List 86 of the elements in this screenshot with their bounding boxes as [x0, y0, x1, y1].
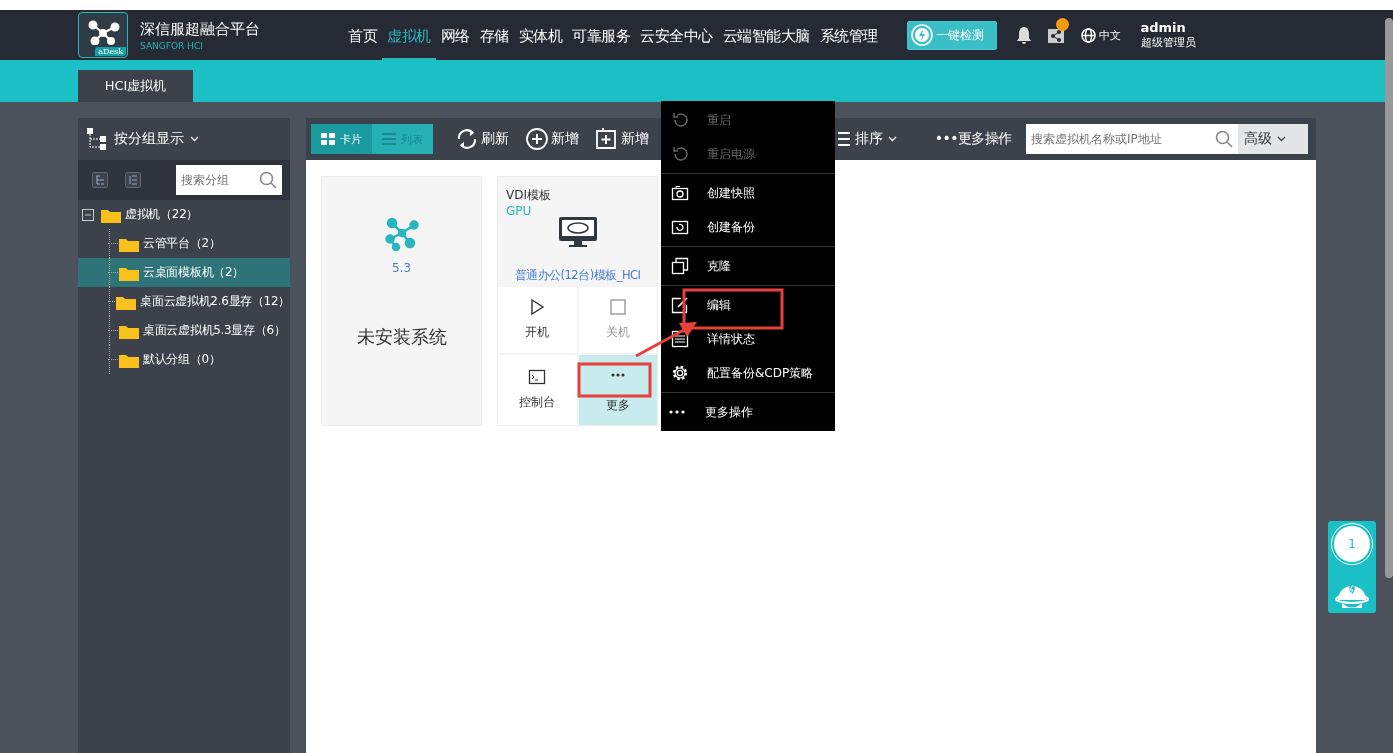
- user-role: 超级管理员: [1140, 35, 1196, 50]
- more-actions-button[interactable]: •••更多操作: [926, 130, 1020, 148]
- vm-type: VDI模板: [505, 187, 552, 204]
- pointer-arrow: [635, 322, 697, 358]
- scrollbar[interactable]: [1385, 18, 1393, 578]
- view-select[interactable]: 按分组显示: [114, 130, 184, 148]
- tree-item[interactable]: 云桌面模板机（2）: [78, 258, 290, 287]
- menu-item[interactable]: 更多操作: [661, 395, 835, 429]
- menu-item[interactable]: 创建快照: [661, 176, 835, 210]
- search-field[interactable]: 搜索分组: [176, 165, 282, 195]
- brand-subtitle: SANGFOR HCI: [140, 40, 204, 51]
- advanced-button[interactable]: 高级: [1238, 124, 1308, 154]
- plus-box-icon: [595, 127, 619, 151]
- vm-name-link[interactable]: 普通办公(12台)模板_HCI: [498, 268, 657, 283]
- share-icon: [1046, 26, 1065, 44]
- tree-item[interactable]: 虚拟机（22）: [78, 200, 290, 229]
- play-icon: [528, 298, 547, 317]
- bell-icon: [1014, 25, 1033, 45]
- nav-item[interactable]: 首页: [343, 10, 382, 60]
- user-name[interactable]: admin: [1140, 20, 1196, 35]
- notification-count: 1: [1334, 526, 1370, 562]
- nav-item[interactable]: 云端智能大脑: [717, 10, 815, 60]
- copy-icon: [671, 257, 689, 275]
- tree-label: 桌面云虚拟机2.6显存（12）: [140, 293, 290, 310]
- edit-icon: [671, 296, 689, 314]
- chevron-down-icon: [887, 136, 897, 142]
- list-icon: [837, 132, 850, 146]
- tree-item[interactable]: 默认分组（0）: [78, 345, 290, 374]
- brand-title: 深信服超融合平台: [140, 19, 261, 39]
- more-icon: [610, 372, 625, 377]
- search-icon: [259, 171, 277, 189]
- backup-icon: [671, 218, 689, 236]
- card-action[interactable]: 开机: [498, 287, 577, 353]
- refresh-icon: [455, 127, 479, 151]
- plus-circle-icon: [525, 127, 549, 151]
- tree-label: 云桌面模板机（2）: [143, 264, 244, 281]
- nav-item[interactable]: 实体机: [513, 10, 567, 60]
- expand-tree-icon: [92, 172, 108, 188]
- chevron-down-icon: [1277, 136, 1286, 142]
- list-icon: [382, 133, 396, 145]
- card-action[interactable]: 控制台: [498, 354, 577, 425]
- tree-label: 云管平台（2）: [143, 235, 221, 252]
- card-action[interactable]: 更多: [578, 354, 657, 425]
- details-icon: [671, 330, 689, 348]
- search-icon: [1215, 130, 1233, 148]
- tree-label: 虚拟机（22）: [125, 206, 199, 223]
- camera-icon: [671, 184, 689, 202]
- grid-icon: [321, 133, 335, 145]
- toolbar-button[interactable]: 刷新: [447, 127, 517, 151]
- toolbar-button[interactable]: 新增: [517, 127, 587, 151]
- tree-item[interactable]: 云管平台（2）: [78, 229, 290, 258]
- tab[interactable]: HCI虚拟机: [78, 70, 193, 102]
- tree-label: 默认分组（0）: [143, 351, 221, 368]
- tree-icon: [86, 127, 108, 151]
- toolbar-button[interactable]: 新增: [587, 127, 657, 151]
- more-icon: [669, 410, 685, 414]
- gear-icon: [671, 364, 689, 382]
- menu-item[interactable]: 创建备份: [661, 210, 835, 244]
- restart-icon: [671, 111, 689, 129]
- collapse-tree-icon: [125, 172, 141, 188]
- menu-item[interactable]: 详情状态: [661, 322, 835, 356]
- stop-icon: [608, 298, 627, 317]
- nav-item[interactable]: 可靠服务: [567, 10, 635, 60]
- nav-item[interactable]: 云安全中心: [635, 10, 718, 60]
- tree-label: 桌面云虚拟机5.3显存（6）: [143, 322, 286, 339]
- menu-item[interactable]: 克隆: [661, 249, 835, 283]
- nav-item[interactable]: 网络: [435, 10, 475, 60]
- logo-badge: aDesk: [95, 47, 126, 56]
- menu-item[interactable]: 配置备份&CDP策略: [661, 356, 835, 390]
- vm-card[interactable]: 5.3 未安装系统: [321, 176, 482, 426]
- globe-icon: [1080, 27, 1096, 43]
- version-label: 5.3: [391, 261, 412, 275]
- menu-item[interactable]: 编辑: [661, 288, 835, 322]
- tree-item[interactable]: 桌面云虚拟机2.6显存（12）: [78, 287, 290, 316]
- gpu-monitor-icon: [557, 216, 598, 248]
- gpu-tag: GPU: [498, 204, 657, 218]
- restart-icon: [671, 145, 689, 163]
- chevron-down-icon: [190, 136, 199, 142]
- terminal-icon: [528, 368, 547, 387]
- search-field[interactable]: 搜索虚拟机名称或IP地址: [1026, 124, 1238, 154]
- nav-item[interactable]: 存储: [474, 10, 514, 60]
- vm-status: 未安装系统: [356, 325, 447, 349]
- tree-item[interactable]: 桌面云虚拟机5.3显存（6）: [78, 316, 290, 345]
- lightning-icon: [910, 24, 933, 46]
- language-menu[interactable]: 中文: [1080, 27, 1121, 43]
- nav-item[interactable]: 系统管理: [814, 10, 883, 60]
